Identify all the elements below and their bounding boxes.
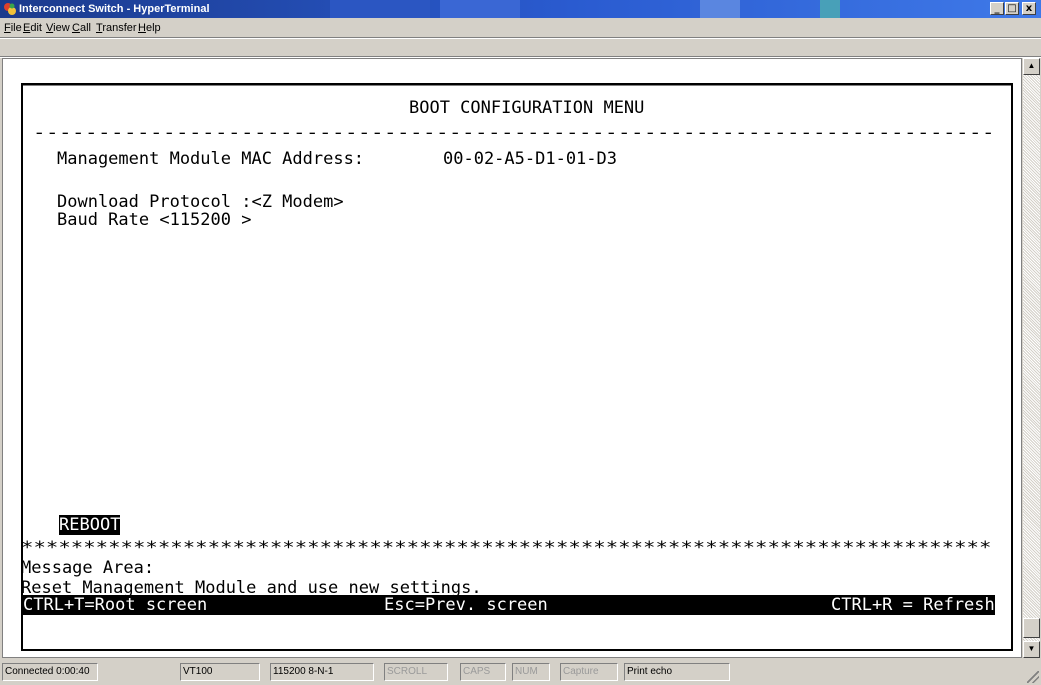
menu-call[interactable]: Call <box>72 21 91 35</box>
mac-label: Management Module MAC Address: <box>57 149 365 169</box>
title-stripe <box>440 0 520 18</box>
help-root-screen: CTRL+T=Root screen <box>23 595 208 615</box>
scroll-down-arrow-icon[interactable]: ▼ <box>1023 641 1040 658</box>
status-capture: Capture <box>560 663 618 681</box>
heading-divider: ----------------------------------------… <box>33 123 995 143</box>
baud-rate-field[interactable]: Baud Rate <115200 > <box>57 210 251 230</box>
menu-file-label: ile <box>10 22 22 34</box>
menu-separator <box>0 38 1041 39</box>
minimize-button[interactable]: _ <box>990 2 1004 15</box>
menu-help-label: elp <box>145 22 161 34</box>
mac-value: 00-02-A5-D1-01-D3 <box>443 149 617 169</box>
menu-call-mnemonic: C <box>72 22 80 34</box>
status-emulation: VT100 <box>180 663 260 681</box>
maximize-button[interactable]: □ <box>1005 2 1019 15</box>
title-stripe <box>700 0 740 18</box>
menu-heading: BOOT CONFIGURATION MENU <box>409 98 645 118</box>
status-num: NUM <box>512 663 550 681</box>
help-prev-screen: Esc=Prev. screen <box>384 595 548 615</box>
resize-grip-icon[interactable] <box>1027 671 1039 683</box>
menu-view[interactable]: View <box>46 21 70 35</box>
menu-view-label: iew <box>53 22 70 34</box>
menu-transfer[interactable]: Transfer <box>96 21 137 35</box>
title-bar[interactable]: Interconnect Switch - HyperTerminal _ □ … <box>0 0 1041 18</box>
status-bar: Connected 0:00:40 VT100 115200 8-N-1 SCR… <box>0 659 1041 685</box>
scroll-thumb[interactable] <box>1023 618 1040 638</box>
window-title: Interconnect Switch - HyperTerminal <box>19 3 210 15</box>
status-settings: 115200 8-N-1 <box>270 663 374 681</box>
status-scroll: SCROLL <box>384 663 448 681</box>
menu-edit-label: dit <box>30 22 42 34</box>
menu-file-mnemonic: F <box>4 22 11 34</box>
menu-help[interactable]: Help <box>138 21 161 35</box>
terminal-frame-inner <box>23 85 1011 86</box>
menu-edit[interactable]: Edit <box>23 21 42 35</box>
status-print-echo: Print echo <box>624 663 730 681</box>
menu-file[interactable]: File <box>4 21 22 35</box>
title-stripe <box>330 0 430 18</box>
stars-divider: ****************************************… <box>21 538 992 558</box>
menu-call-label: all <box>79 22 91 34</box>
menu-help-mnemonic: H <box>138 22 146 34</box>
hyperterminal-icon[interactable] <box>3 2 17 16</box>
download-protocol-field[interactable]: Download Protocol :<Z Modem> <box>57 192 344 212</box>
terminal-area[interactable]: BOOT CONFIGURATION MENU ----------------… <box>2 58 1022 658</box>
vertical-scrollbar[interactable]: ▲ ▼ <box>1023 58 1040 658</box>
menu-transfer-label: ransfer <box>102 22 137 34</box>
reboot-option[interactable]: REBOOT <box>59 515 121 535</box>
scroll-up-arrow-icon[interactable]: ▲ <box>1023 58 1040 75</box>
close-button[interactable]: x <box>1022 2 1036 15</box>
status-connected: Connected 0:00:40 <box>2 663 98 681</box>
message-area-label: Message Area: <box>21 558 155 578</box>
status-caps: CAPS <box>460 663 506 681</box>
help-refresh: CTRL+R = Refresh <box>831 595 995 615</box>
menu-bar: File Edit View Call Transfer Help <box>0 19 1041 37</box>
title-stripe <box>820 0 840 18</box>
